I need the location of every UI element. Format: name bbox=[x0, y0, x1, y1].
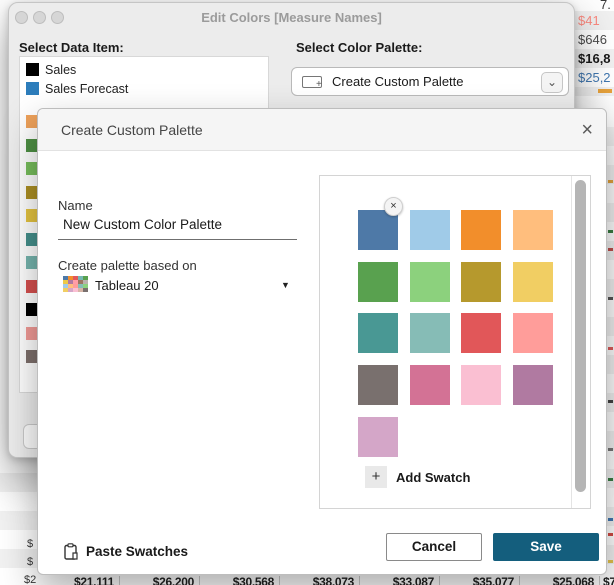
palette-swatch[interactable] bbox=[358, 210, 398, 250]
palette-swatch[interactable] bbox=[410, 262, 450, 302]
worksheet-mark bbox=[608, 180, 613, 183]
footer-value: $21,111 bbox=[40, 576, 120, 585]
paste-swatches-button[interactable]: Paste Swatches bbox=[64, 543, 188, 560]
caret-down-icon[interactable]: ▼ bbox=[281, 280, 290, 290]
item-label: Sales Forecast bbox=[45, 82, 128, 96]
footer-value: $38,073 bbox=[280, 576, 360, 585]
worksheet-value: $25,2 bbox=[578, 70, 611, 85]
plus-icon: + bbox=[316, 80, 322, 90]
footer-values: $21,111$26,200$30,568$38,073$33,087$35,0… bbox=[40, 576, 614, 585]
tableau20-palette-icon bbox=[63, 276, 88, 292]
worksheet-fragment: $2 bbox=[24, 574, 36, 585]
worksheet-value-sliver bbox=[598, 89, 612, 93]
swatch-panel: × + Add Swatch bbox=[319, 175, 591, 509]
worksheet-value: $16,8 bbox=[578, 51, 611, 66]
cancel-button[interactable]: Cancel bbox=[386, 533, 482, 561]
dialog-header: Create Custom Palette × bbox=[38, 109, 606, 151]
worksheet-mark bbox=[608, 400, 613, 403]
name-label: Name bbox=[58, 198, 93, 213]
worksheet-fragment: $ bbox=[27, 538, 33, 550]
add-swatch-button[interactable]: + Add Swatch bbox=[365, 466, 470, 488]
palette-swatch[interactable] bbox=[410, 210, 450, 250]
worksheet-mark bbox=[608, 347, 613, 350]
footer-value: $35,077 bbox=[440, 576, 520, 585]
worksheet-footer-row: $21,111$26,200$30,568$38,073$33,087$35,0… bbox=[0, 576, 614, 585]
delete-swatch-icon[interactable]: × bbox=[384, 197, 403, 216]
footer-value: $26,200 bbox=[120, 576, 200, 585]
palette-swatch[interactable] bbox=[513, 313, 553, 353]
worksheet-mark bbox=[608, 297, 613, 300]
worksheet-mark bbox=[608, 230, 613, 233]
based-on-label: Create palette based on bbox=[58, 258, 197, 273]
name-input-underline bbox=[58, 239, 297, 240]
item-color-swatch bbox=[26, 82, 39, 95]
chevron-down-icon[interactable]: ⌄ bbox=[541, 72, 563, 93]
close-icon[interactable]: × bbox=[581, 117, 593, 143]
clipboard-icon bbox=[64, 543, 79, 560]
add-swatch-label: Add Swatch bbox=[396, 470, 470, 485]
select-color-palette-label: Select Color Palette: bbox=[296, 40, 422, 55]
create-custom-palette-dialog: Create Custom Palette × Name New Custom … bbox=[37, 108, 607, 575]
footer-value: $25,068 bbox=[520, 576, 600, 585]
based-on-dropdown[interactable]: Tableau 20 bbox=[95, 278, 159, 293]
palette-swatch[interactable] bbox=[358, 313, 398, 353]
worksheet-right-values: 7.$41 $646 $16,8 $25,2 bbox=[575, 0, 614, 96]
name-input[interactable]: New Custom Color Palette bbox=[63, 217, 222, 232]
list-item[interactable]: Sales bbox=[20, 60, 268, 79]
footer-value: $33,087 bbox=[360, 576, 440, 585]
scrollbar-track[interactable] bbox=[571, 176, 590, 508]
item-color-swatch bbox=[26, 63, 39, 76]
worksheet-mark bbox=[608, 533, 613, 536]
dialog-title: Create Custom Palette bbox=[61, 122, 203, 138]
plus-icon: + bbox=[365, 466, 387, 488]
palette-swatch[interactable] bbox=[410, 313, 450, 353]
footer-value: $30,568 bbox=[200, 576, 280, 585]
palette-swatch[interactable] bbox=[513, 365, 553, 405]
color-palette-dropdown[interactable]: + Create Custom Palette ⌄ bbox=[291, 67, 569, 96]
palette-icon-cell bbox=[83, 288, 88, 292]
palette-swatch[interactable] bbox=[461, 313, 501, 353]
palette-swatch[interactable] bbox=[358, 262, 398, 302]
worksheet-mark bbox=[608, 560, 613, 563]
paste-swatches-label: Paste Swatches bbox=[86, 544, 188, 559]
worksheet-mark bbox=[608, 478, 613, 481]
select-data-item-label: Select Data Item: bbox=[19, 40, 124, 55]
worksheet-value: 7. bbox=[600, 0, 611, 12]
scrollbar-thumb[interactable] bbox=[575, 180, 586, 492]
save-button[interactable]: Save bbox=[493, 533, 599, 561]
palette-swatch[interactable] bbox=[461, 262, 501, 302]
list-item[interactable]: Sales Forecast bbox=[20, 79, 268, 98]
worksheet-mark bbox=[608, 248, 613, 251]
palette-swatch[interactable] bbox=[461, 210, 501, 250]
worksheet-value: $646 bbox=[578, 32, 607, 47]
palette-swatch[interactable] bbox=[410, 365, 450, 405]
palette-swatch[interactable] bbox=[358, 417, 398, 457]
worksheet-mark bbox=[608, 518, 613, 521]
palette-swatch[interactable] bbox=[461, 365, 501, 405]
window-title: Edit Colors [Measure Names] bbox=[9, 10, 574, 25]
palette-dropdown-value: Create Custom Palette bbox=[332, 74, 464, 89]
worksheet-mark bbox=[608, 448, 613, 451]
item-label: Sales bbox=[45, 63, 76, 77]
worksheet-value: $41 bbox=[578, 13, 600, 28]
palette-swatch[interactable] bbox=[513, 262, 553, 302]
worksheet-right-sliver bbox=[607, 108, 614, 577]
palette-swatch[interactable] bbox=[513, 210, 553, 250]
worksheet-fragment: $ bbox=[27, 556, 33, 568]
footer-value: $7,6 bbox=[600, 576, 614, 585]
palette-swatch[interactable] bbox=[358, 365, 398, 405]
